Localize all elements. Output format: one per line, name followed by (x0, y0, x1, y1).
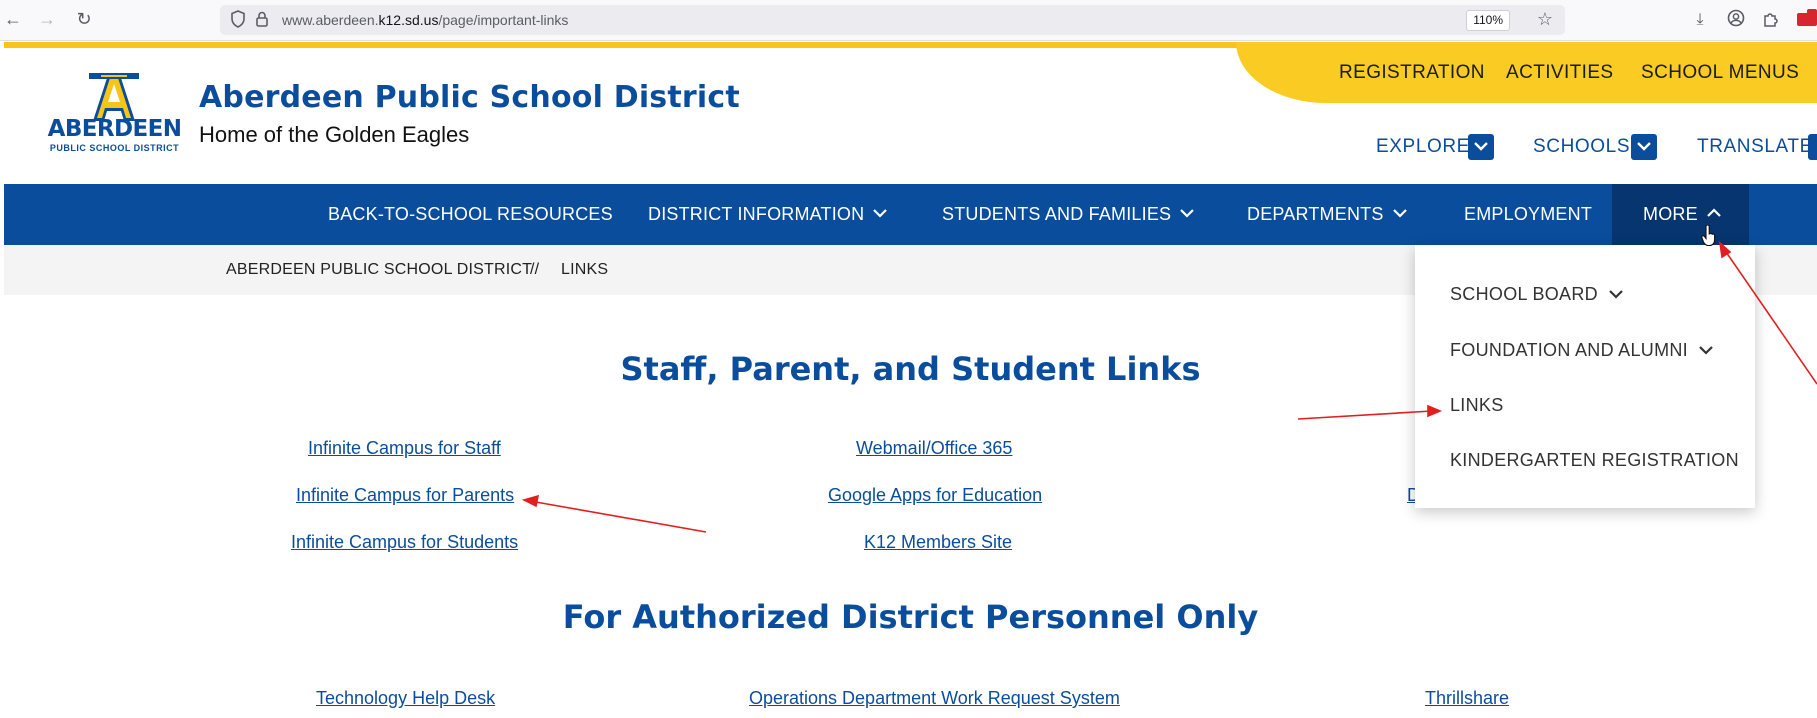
utility-link-school-menus[interactable]: SCHOOL MENUS (1641, 62, 1799, 84)
link-technology-help-desk[interactable]: Technology Help Desk (316, 688, 495, 709)
schools-menu[interactable]: SCHOOLS (1533, 136, 1630, 158)
page-content: REGISTRATION ACTIVITIES SCHOOL MENUS ABE… (4, 42, 1817, 718)
breadcrumb-root[interactable]: ABERDEEN PUBLIC SCHOOL DISTRICT (226, 261, 532, 279)
utility-link-registration[interactable]: REGISTRATION (1339, 62, 1485, 84)
main-nav: BACK-TO-SCHOOL RESOURCES DISTRICT INFORM… (4, 184, 1817, 245)
menu-item-kindergarten-registration[interactable]: KINDERGARTEN REGISTRATION (1450, 450, 1739, 471)
nav-back-to-school[interactable]: BACK-TO-SCHOOL RESOURCES (328, 184, 613, 245)
explore-menu[interactable]: EXPLORE (1376, 136, 1470, 158)
hand-cursor-icon (1701, 225, 1716, 247)
chevron-down-icon (873, 209, 888, 218)
link-thrillshare[interactable]: Thrillshare (1425, 688, 1509, 709)
address-bar[interactable]: www.aberdeen.k12.sd.us/page/important-li… (220, 5, 1565, 35)
link-google-apps[interactable]: Google Apps for Education (828, 485, 1042, 506)
browser-toolbar: ← → ↻ www.aberdeen.k12.sd.us/page/import… (0, 0, 1817, 41)
chevron-down-icon (1180, 209, 1195, 218)
nav-district-information[interactable]: DISTRICT INFORMATION (648, 184, 888, 245)
zoom-level[interactable]: 110% (1466, 10, 1510, 31)
bookmark-star-icon[interactable]: ☆ (1537, 9, 1553, 30)
translate-chevron-icon[interactable] (1808, 134, 1817, 160)
logo-wordmark: ABERDEEN (47, 116, 182, 142)
shield-icon[interactable] (230, 10, 246, 34)
utility-link-activities[interactable]: ACTIVITIES (1506, 62, 1613, 84)
menu-item-school-board[interactable]: SCHOOL BOARD (1450, 284, 1624, 305)
logo-a-mark (89, 73, 139, 121)
breadcrumb-current: LINKS (561, 261, 609, 278)
breadcrumb-separator: // (530, 261, 540, 278)
chevron-down-icon (1392, 209, 1407, 218)
forward-icon[interactable]: → (36, 8, 58, 30)
translate-menu[interactable]: TRANSLATE (1697, 136, 1813, 158)
lock-icon[interactable] (255, 10, 269, 34)
reload-icon[interactable]: ↻ (73, 8, 95, 30)
nav-employment[interactable]: EMPLOYMENT (1464, 184, 1592, 245)
schools-chevron-icon[interactable] (1631, 134, 1657, 160)
url-text[interactable]: www.aberdeen.k12.sd.us/page/important-li… (282, 12, 568, 28)
link-infinite-campus-students[interactable]: Infinite Campus for Students (291, 532, 518, 553)
chevron-down-icon (1609, 289, 1623, 299)
downloads-icon[interactable]: ⤓ (1689, 9, 1711, 31)
district-logo[interactable]: ABERDEEN PUBLIC SCHOOL DISTRICT (47, 72, 182, 154)
link-webmail[interactable]: Webmail/Office 365 (856, 438, 1012, 459)
back-icon[interactable]: ← (2, 8, 24, 30)
site-title[interactable]: Aberdeen Public School District (199, 80, 740, 115)
section-heading-personnel: For Authorized District Personnel Only (562, 598, 1259, 636)
utility-nav: REGISTRATION ACTIVITIES SCHOOL MENUS (1236, 42, 1817, 103)
menu-item-links[interactable]: LINKS (1450, 395, 1504, 416)
extensions-icon[interactable] (1760, 9, 1782, 31)
account-icon[interactable] (1725, 9, 1747, 31)
chevron-up-icon (1707, 208, 1721, 218)
link-operations-work-request[interactable]: Operations Department Work Request Syste… (749, 688, 1120, 709)
logo-subtitle: PUBLIC SCHOOL DISTRICT (49, 143, 180, 153)
menu-item-foundation-alumni[interactable]: FOUNDATION AND ALUMNI (1450, 340, 1714, 361)
nav-departments[interactable]: DEPARTMENTS (1247, 184, 1408, 245)
chevron-down-icon (1699, 345, 1713, 355)
site-tagline: Home of the Golden Eagles (199, 122, 470, 147)
extension-badge-icon[interactable] (1795, 9, 1817, 31)
link-infinite-campus-staff[interactable]: Infinite Campus for Staff (308, 438, 501, 459)
nav-more[interactable]: MORE (1612, 184, 1749, 245)
link-infinite-campus-parents[interactable]: Infinite Campus for Parents (296, 485, 514, 506)
more-dropdown-menu: SCHOOL BOARD FOUNDATION AND ALUMNI LINKS… (1415, 245, 1755, 508)
link-k12-members[interactable]: K12 Members Site (864, 532, 1012, 553)
nav-students-and-families[interactable]: STUDENTS AND FAMILIES (942, 184, 1195, 245)
explore-chevron-icon[interactable] (1468, 134, 1494, 160)
